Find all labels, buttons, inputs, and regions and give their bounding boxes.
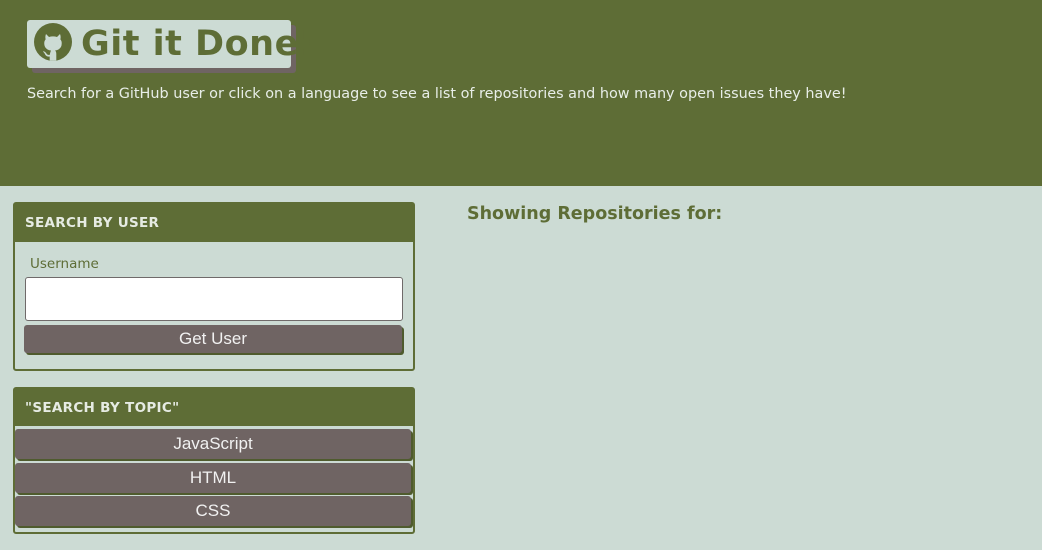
topic-button-html[interactable]: HTML [15, 462, 411, 493]
topic-list: JavaScript HTML CSS [15, 429, 413, 530]
get-user-button[interactable]: Get User [24, 325, 402, 353]
github-icon [33, 22, 73, 66]
app-subtitle: Search for a GitHub user or click on a l… [27, 86, 847, 102]
header-banner: Git it Done! Search for a GitHub user or… [0, 0, 1042, 186]
topic-button-javascript[interactable]: JavaScript [15, 429, 411, 459]
app-title: Git it Done! [81, 24, 316, 64]
username-input[interactable] [25, 277, 403, 321]
topic-button-css[interactable]: CSS [15, 496, 411, 526]
username-label: Username [30, 256, 99, 272]
topic-search-card: "SEARCH BY TOPIC" JavaScript HTML CSS [13, 387, 415, 534]
user-search-heading: SEARCH BY USER [15, 204, 413, 242]
topic-search-heading: "SEARCH BY TOPIC" [15, 389, 413, 426]
app-logo: Git it Done! [27, 20, 315, 68]
user-search-card: SEARCH BY USER Username Get User [13, 202, 415, 371]
results-heading: Showing Repositories for: [467, 204, 723, 224]
